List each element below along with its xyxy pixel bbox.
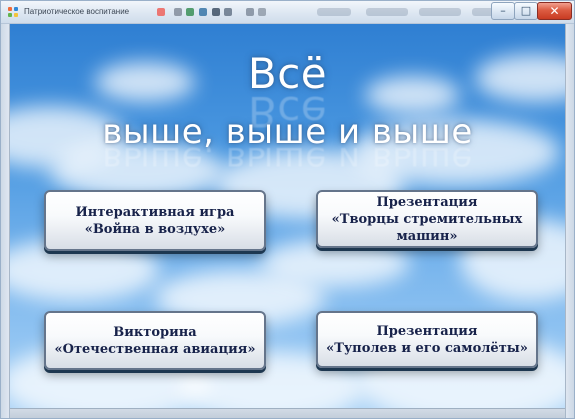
window-title: Патриотическое воспитание: [24, 7, 130, 16]
aviation-quiz-button[interactable]: Викторина «Отечественная авиация»: [44, 311, 266, 370]
close-button[interactable]: ✕: [537, 2, 572, 20]
tool-icon[interactable]: [258, 8, 266, 16]
tupolev-presentation-button[interactable]: Презентация «Туполев и его самолёты»: [316, 311, 538, 368]
slide-bottom-border: [10, 408, 565, 418]
tool-icon[interactable]: [246, 8, 254, 16]
window-titlebar[interactable]: Патриотическое воспитание – □ ✕: [1, 1, 574, 24]
window-left-border: [1, 24, 10, 418]
close-icon: ✕: [549, 4, 560, 18]
pin-icon[interactable]: [157, 8, 165, 16]
blurred-toolbar-text: [317, 8, 351, 16]
titlebar-toolbar: [157, 6, 517, 19]
interactive-game-label: Интерактивная игра «Война в воздухе»: [75, 204, 235, 237]
maximize-icon: □: [520, 4, 532, 17]
minimize-button[interactable]: –: [491, 2, 515, 20]
tool-icon[interactable]: [224, 8, 232, 16]
minimize-icon: –: [500, 4, 506, 17]
presentation-app-icon: [8, 7, 18, 17]
creators-presentation-label: Презентация «Творцы стремительных машин»: [331, 194, 523, 244]
blurred-toolbar-text: [419, 8, 461, 16]
interactive-game-button[interactable]: Интерактивная игра «Война в воздухе»: [44, 190, 266, 251]
aviation-quiz-label: Викторина «Отечественная авиация»: [54, 324, 256, 357]
headline-line2: выше, выше и выше: [102, 112, 473, 152]
blurred-toolbar-text: [366, 8, 408, 16]
maximize-button[interactable]: □: [514, 2, 538, 20]
tool-icon[interactable]: [186, 8, 194, 16]
slide-sky-background: Всё выше, выше и выше Всё выше, выше и в…: [10, 24, 565, 408]
tupolev-presentation-label: Презентация «Туполев и его самолёты»: [326, 323, 528, 356]
tool-icon[interactable]: [174, 8, 182, 16]
tool-icon[interactable]: [199, 8, 207, 16]
headline-line1: Всё: [247, 49, 328, 98]
tool-icon[interactable]: [212, 8, 220, 16]
presentation-window: Патриотическое воспитание – □ ✕ Всё выше…: [0, 0, 575, 419]
creators-presentation-button[interactable]: Презентация «Творцы стремительных машин»: [316, 190, 538, 248]
window-right-border: [565, 24, 574, 418]
